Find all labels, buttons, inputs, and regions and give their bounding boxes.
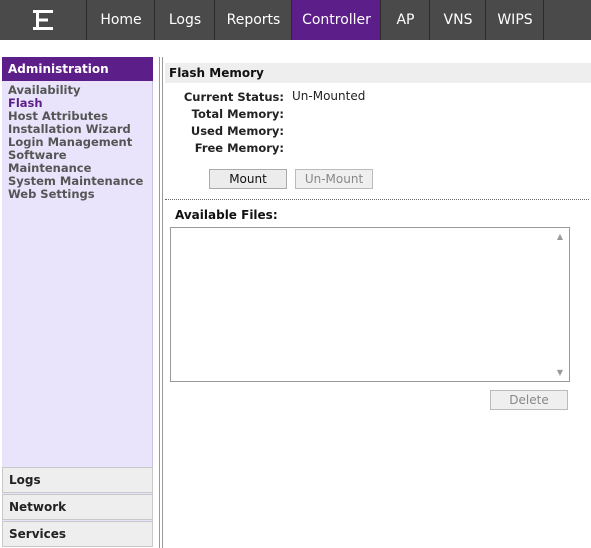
scroll-down-arrow-icon[interactable]: ▼ [557,368,563,377]
sidebar-item-software-maintenance[interactable]: Software Maintenance [2,149,152,175]
sidebar-header-administration[interactable]: Administration [2,57,153,81]
logo[interactable] [0,0,86,40]
sidebar-item-web-settings[interactable]: Web Settings [2,188,152,201]
tab-wips[interactable]: WIPS [485,0,544,40]
free-memory-label: Free Memory: [194,141,284,155]
tab-home[interactable]: Home [86,0,155,40]
available-files-list[interactable]: ▲ ▼ [170,227,570,382]
tab-controller[interactable]: Controller [291,0,381,40]
tab-ap[interactable]: AP [380,0,430,40]
total-memory-label: Total Memory: [191,107,284,121]
section-divider [165,199,589,200]
panel-divider [159,57,163,548]
page-title: Flash Memory [165,63,591,83]
nav-filler [543,0,591,40]
tab-reports[interactable]: Reports [214,0,292,40]
tab-logs[interactable]: Logs [154,0,215,40]
tab-vns[interactable]: VNS [429,0,486,40]
brand-logo-icon [33,10,53,30]
available-files-label: Available Files: [175,208,278,222]
current-status-label: Current Status: [183,90,284,104]
used-memory-label: Used Memory: [190,124,284,138]
sidebar-section-network[interactable]: Network [2,494,153,520]
top-nav-bar: Home Logs Reports Controller AP VNS WIPS [0,0,591,40]
sidebar-section-logs[interactable]: Logs [2,467,153,493]
sidebar: Administration Availability Flash Host A… [2,57,153,547]
unmount-button[interactable]: Un-Mount [295,169,373,189]
sidebar-admin-panel: Availability Flash Host Attributes Insta… [2,81,153,523]
mount-button[interactable]: Mount [209,169,287,189]
current-status-value: Un-Mounted [292,89,366,103]
sidebar-section-services[interactable]: Services [2,521,153,547]
delete-button[interactable]: Delete [490,390,568,410]
scroll-up-arrow-icon[interactable]: ▲ [557,232,563,241]
